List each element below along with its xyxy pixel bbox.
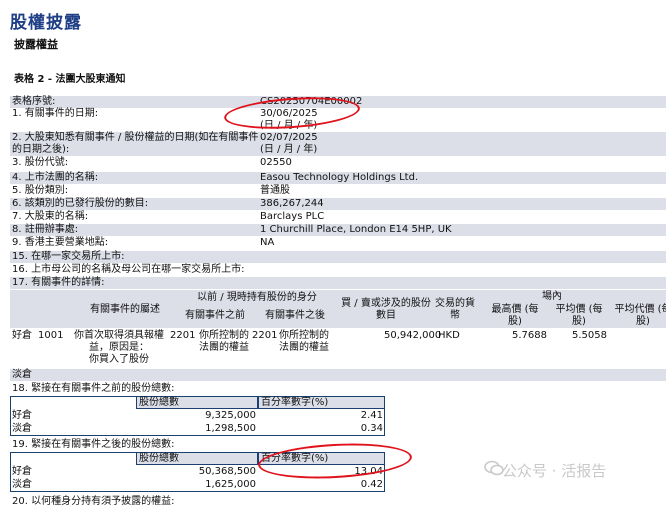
col-before: 有關事件之前 (185, 310, 245, 321)
shares-cell: 50,368,500 (198, 466, 256, 477)
field-row-registered-office: 8. 註冊辦事處: 1 Churchill Place, London E14 … (10, 224, 666, 236)
col-percentage: 百分率數字(%) (258, 396, 385, 409)
shares-involved: 50,942,000 (384, 330, 442, 341)
field-value: 普通股 (260, 185, 290, 196)
field-label: 7. 大股東的名稱: (12, 211, 89, 222)
field-row-aware-date: 2. 大股東知悉有關事件 / 股份權益的日期(如在有關事件 02/07/2025 (10, 132, 666, 144)
field-value: NA (260, 237, 275, 248)
field-row-hk-business-place: 9. 香港主要營業地點: NA (10, 237, 666, 249)
row-label: 淡倉 (12, 423, 32, 434)
pct-cell: 0.34 (360, 423, 383, 434)
field-label: 15. 在哪一家交易所上市: (12, 251, 125, 262)
row-label: 好倉 (12, 466, 32, 477)
field-label: 8. 註冊辦事處: (12, 224, 79, 235)
field-value: 02550 (260, 157, 292, 168)
col-high: 最高價 (每 股) (491, 304, 539, 327)
field-label: 6. 該類別的已發行股份的數目: (12, 198, 149, 209)
col-onex-group: 場內 (542, 291, 562, 302)
field-label: 1. 有關事件的日期: (12, 108, 99, 119)
shares-cell: 1,298,500 (205, 423, 256, 434)
details-row-short: 淡倉 (10, 369, 666, 381)
average-price: 5.5058 (572, 330, 607, 341)
field-value: Easou Technology Holdings Ltd. (260, 172, 419, 183)
col-avg-consideration: 平均代價 (每 股) (614, 304, 666, 327)
field-label: 4. 上市法團的名稱: (12, 172, 99, 183)
shares-cell: 1,625,000 (205, 479, 256, 490)
event-description: 你首次取得須具報權 益，原因是： 你買入了股份 (74, 330, 164, 365)
position-label: 淡倉 (12, 369, 32, 380)
before-capacity: 你所控制的 法團的權益 (199, 330, 249, 353)
field-row-issuer-name: 4. 上市法團的名稱: Easou Technology Holdings Lt… (10, 172, 666, 184)
field-label: 的日期之後): (12, 144, 70, 155)
highest-price: 5.7688 (512, 330, 547, 341)
field-value: Barclays PLC (260, 211, 325, 222)
field-label: 表格序號: (12, 96, 56, 107)
details-table-header: 有關事件的屬述 以前 / 現時持有股份的身分 有關事件之前 有關事件之後 買 /… (10, 290, 666, 328)
field-row-aware-date-cont: 的日期之後): (日 / 月 / 年) (10, 144, 666, 156)
after-capacity: 你所控制的 法團的權益 (279, 330, 329, 353)
before-code: 2201 (170, 330, 196, 341)
form-title: 表格 2 - 法團大股東通知 (14, 74, 126, 85)
table18: 股份總數 百分率數字(%) 好倉 9,325,000 2.41 淡倉 1,298… (10, 396, 385, 436)
table-title: 18. 緊接在有關事件之前的股份總數: (12, 383, 175, 394)
table-title: 19. 緊接在有關事件之後的股份總數: (12, 439, 175, 450)
col-total-shares: 股份總數 (136, 452, 258, 465)
table18-title: 18. 緊接在有關事件之前的股份總數: (10, 383, 666, 395)
field-label: 2. 大股東知悉有關事件 / 股份權益的日期(如在有關事件 (12, 132, 259, 143)
field-label: 16. 上市母公司的名稱及母公司在哪一家交易所上市: (12, 264, 245, 275)
col-avg: 平均價 (每 股) (555, 304, 603, 327)
pct-cell: 2.41 (360, 410, 383, 421)
field-value: (日 / 月 / 年) (260, 144, 318, 155)
watermark: 公众号 · 活报告 (502, 462, 607, 480)
field-value: 386,267,244 (260, 198, 324, 209)
field-label: 17. 有關事件的詳情: (12, 277, 105, 288)
field-label: 3. 股份代號: (12, 157, 69, 168)
col-currency: 交易的貨幣 (435, 298, 475, 321)
position-label: 好倉 (12, 330, 32, 341)
field-row-date-format: (日 / 月 / 年) (10, 120, 666, 132)
field-row-share-class: 5. 股份類別: 普通股 (10, 185, 666, 197)
field-row-stock-code: 3. 股份代號: 02550 (10, 157, 666, 169)
field-row-parent-company: 16. 上市母公司的名稱及母公司在哪一家交易所上市: (10, 264, 666, 276)
field-row-issued-shares: 6. 該類別的已發行股份的數目: 386,267,244 (10, 198, 666, 210)
shares-cell: 9,325,000 (205, 410, 256, 421)
col-total-shares: 股份總數 (136, 396, 258, 409)
section-subtitle: 披露權益 (14, 38, 58, 51)
page-title: 股權披露 (10, 13, 82, 33)
col-shares: 買 / 賣或涉及的股份 數目 (341, 298, 431, 321)
field-value: 02/07/2025 (260, 132, 318, 143)
col-after: 有關事件之後 (265, 310, 325, 321)
currency: HKD (438, 330, 460, 341)
event-code: 1001 (38, 330, 64, 341)
field-row-exchange: 15. 在哪一家交易所上市: (10, 251, 666, 263)
field-label: 5. 股份類別: (12, 185, 69, 196)
wechat-icon (484, 460, 504, 476)
field-label: 9. 香港主要營業地點: (12, 237, 109, 248)
field-row-shareholder-name: 7. 大股東的名稱: Barclays PLC (10, 211, 666, 223)
pct-cell: 0.42 (360, 479, 383, 490)
field-row-event-details: 17. 有關事件的詳情: (10, 277, 666, 289)
col-capacity-group: 以前 / 現時持有股份的身分 (197, 292, 317, 303)
row-label: 淡倉 (12, 479, 32, 490)
details-row-long: 好倉 1001 你首次取得須具報權 益，原因是： 你買入了股份 2201 你所控制的… (10, 328, 666, 368)
row-label: 好倉 (12, 410, 32, 421)
field-value: 1 Churchill Place, London E14 5HP, UK (260, 224, 452, 235)
